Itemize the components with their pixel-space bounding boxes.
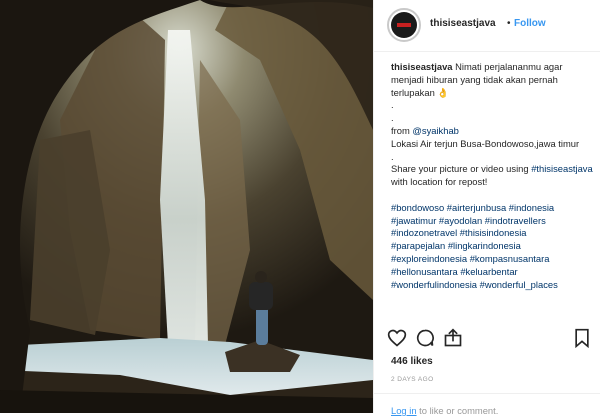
likes-count[interactable]: 446 likes (391, 356, 433, 367)
post-header: thisiseastjava • Follow (374, 0, 600, 52)
post-details-panel: thisiseastjava • Follow thisiseastjava N… (373, 0, 600, 416)
share-text: Share your picture or video using (391, 163, 529, 175)
waterfall-cave-photo (0, 0, 373, 413)
action-bar (387, 328, 594, 348)
post-photo[interactable] (0, 0, 373, 413)
from-label: from (391, 124, 410, 136)
post-caption: thisiseastjava Nimati perjalananmu agar … (391, 61, 593, 291)
ok-hand-emoji: 👌 (437, 86, 450, 98)
hashtag-line[interactable]: #wonderfulindonesia #wonderful_places (391, 279, 593, 292)
follow-button[interactable]: Follow (514, 18, 546, 29)
login-footer: Log in to like or comment. (374, 393, 600, 416)
login-tail: to like or comment. (419, 405, 499, 416)
location-text: Lokasi Air terjun Busa-Bondowoso,jawa ti… (391, 137, 580, 149)
hashtag-line[interactable]: #jawatimur #ayodolan #indotravellers (391, 215, 593, 228)
hashtag-line[interactable]: #parapejalan #lingkarindonesia (391, 240, 593, 253)
hashtag-link[interactable]: #thisiseastjava (531, 163, 593, 174)
share-tail-text: with location for repost! (391, 176, 488, 188)
login-link[interactable]: Log in (391, 405, 417, 416)
separator-line: . (391, 99, 394, 111)
separator-line: . (391, 150, 394, 162)
credit-mention-link[interactable]: @syaikhab (412, 125, 459, 136)
post-date: 2 DAYS AGO (391, 376, 434, 383)
caption-username[interactable]: thisiseastjava (391, 61, 453, 72)
separator-dot: • (507, 18, 511, 29)
share-icon[interactable] (443, 328, 463, 348)
brand-logo-icon (391, 12, 417, 38)
hashtag-line[interactable]: #indozonetravel #thisisindonesia (391, 227, 593, 240)
hashtag-line[interactable]: #hellonusantara #keluarbentar (391, 266, 593, 279)
comment-icon[interactable] (415, 328, 435, 348)
login-prompt: Log in to like or comment. (391, 405, 498, 416)
hashtag-line[interactable]: #exploreindonesia #kompasnusantara (391, 253, 593, 266)
username-link[interactable]: thisiseastjava (430, 18, 496, 29)
bookmark-icon[interactable] (572, 328, 592, 348)
hashtag-line[interactable]: #bondowoso #airterjunbusa #indonesia (391, 202, 593, 215)
separator-line: . (391, 112, 394, 124)
heart-icon[interactable] (387, 328, 407, 348)
avatar[interactable] (387, 8, 421, 42)
